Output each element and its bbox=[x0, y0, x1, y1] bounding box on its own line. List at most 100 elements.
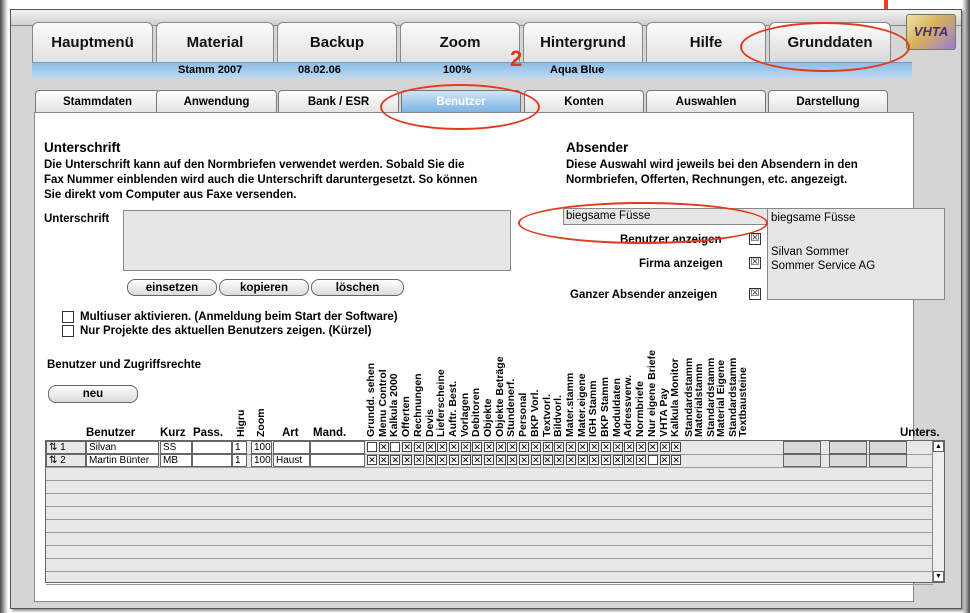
tab-material[interactable]: Material bbox=[156, 22, 274, 62]
subtab-anwendung[interactable]: Anwendung bbox=[156, 90, 277, 113]
right-checkbox[interactable]: ✕ bbox=[589, 455, 600, 465]
user-name[interactable]: Silvan bbox=[86, 441, 159, 454]
right-checkbox[interactable]: ✕ bbox=[425, 455, 436, 465]
right-checkbox[interactable]: ✕ bbox=[460, 442, 471, 452]
right-checkbox[interactable]: ✕ bbox=[425, 442, 436, 452]
right-checkbox[interactable] bbox=[647, 455, 658, 465]
right-checkbox[interactable]: ✕ bbox=[413, 455, 424, 465]
right-checkbox[interactable]: ✕ bbox=[519, 442, 530, 452]
user-password[interactable] bbox=[192, 454, 232, 467]
right-checkbox[interactable]: ✕ bbox=[554, 442, 565, 452]
user-short[interactable]: SS bbox=[160, 441, 192, 454]
right-checkbox[interactable]: ✕ bbox=[671, 455, 682, 465]
right-checkbox[interactable]: ✕ bbox=[577, 442, 588, 452]
copy-button[interactable]: kopieren bbox=[219, 279, 309, 296]
scroll-down-icon[interactable]: ▼ bbox=[933, 571, 944, 582]
right-checkbox[interactable]: ✕ bbox=[378, 455, 389, 465]
right-checkbox[interactable]: ✕ bbox=[437, 455, 448, 465]
right-checkbox[interactable]: ✕ bbox=[472, 455, 483, 465]
right-checkbox[interactable]: ✕ bbox=[612, 455, 623, 465]
user-zoom[interactable]: 100 bbox=[251, 454, 272, 467]
right-checkbox[interactable]: ✕ bbox=[472, 442, 483, 452]
right-checkbox[interactable] bbox=[367, 442, 377, 452]
signature-field[interactable] bbox=[123, 210, 511, 271]
user-password[interactable] bbox=[192, 441, 232, 454]
new-user-button[interactable]: neu bbox=[48, 385, 138, 403]
right-checkbox[interactable] bbox=[390, 442, 401, 452]
right-checkbox[interactable]: ✕ bbox=[554, 455, 565, 465]
right-checkbox[interactable]: ✕ bbox=[542, 442, 553, 452]
right-checkbox[interactable]: ✕ bbox=[484, 455, 494, 465]
multiuser-checkbox[interactable] bbox=[62, 311, 74, 323]
standard-stamm-cell[interactable] bbox=[869, 441, 907, 454]
table-scrollbar[interactable]: ▲ ▼ bbox=[932, 441, 944, 582]
right-checkbox[interactable]: ✕ bbox=[448, 455, 459, 465]
right-checkbox[interactable]: ✕ bbox=[367, 455, 377, 465]
subtab-stammdaten[interactable]: Stammdaten bbox=[35, 90, 160, 113]
right-checkbox[interactable]: ✕ bbox=[519, 455, 530, 465]
user-higru[interactable]: 1 bbox=[232, 441, 247, 454]
user-short[interactable]: MB bbox=[160, 454, 192, 467]
right-checkbox[interactable]: ✕ bbox=[413, 442, 424, 452]
right-checkbox[interactable]: ✕ bbox=[577, 455, 588, 465]
user-name[interactable]: Martin Bünter bbox=[86, 454, 159, 467]
right-checkbox[interactable]: ✕ bbox=[448, 442, 459, 452]
right-checkbox[interactable]: ✕ bbox=[530, 455, 541, 465]
right-checkbox[interactable]: ✕ bbox=[565, 455, 576, 465]
scroll-up-icon[interactable]: ▲ bbox=[933, 441, 944, 452]
tab-hauptmenue[interactable]: Hauptmenü bbox=[32, 22, 153, 62]
right-checkbox[interactable]: ✕ bbox=[530, 442, 541, 452]
right-checkbox[interactable]: ✕ bbox=[659, 442, 670, 452]
right-checkbox[interactable]: ✕ bbox=[495, 442, 506, 452]
projects-only-checkbox[interactable] bbox=[62, 325, 74, 337]
user-art[interactable]: Haust bbox=[273, 454, 310, 467]
table-row[interactable]: ⇅ 2 Martin Bünter MB 1 100 Haust ✕ ✕ ✕ ✕ ✕ ✕ ✕ ✕ ✕ ✕ ✕ ✕ ✕… bbox=[46, 454, 933, 467]
right-checkbox[interactable]: ✕ bbox=[659, 455, 670, 465]
show-user-checkbox[interactable]: ☒ bbox=[749, 233, 761, 245]
tab-hintergrund[interactable]: Hintergrund bbox=[523, 22, 643, 62]
standard-stamm-cell[interactable] bbox=[829, 441, 867, 454]
right-checkbox[interactable]: ✕ bbox=[671, 442, 682, 452]
right-checkbox[interactable]: ✕ bbox=[378, 442, 389, 452]
user-higru[interactable]: 1 bbox=[232, 454, 247, 467]
tab-backup[interactable]: Backup bbox=[277, 22, 397, 62]
right-checkbox[interactable]: ✕ bbox=[437, 442, 448, 452]
right-checkbox[interactable]: ✕ bbox=[484, 442, 494, 452]
subtab-auswahlen[interactable]: Auswahlen bbox=[646, 90, 766, 113]
user-art[interactable] bbox=[273, 441, 310, 454]
subtab-konten[interactable]: Konten bbox=[524, 90, 644, 113]
right-checkbox[interactable]: ✕ bbox=[636, 442, 647, 452]
right-checkbox[interactable]: ✕ bbox=[402, 455, 413, 465]
standard-stamm-cell[interactable] bbox=[869, 454, 907, 467]
right-checkbox[interactable]: ✕ bbox=[601, 442, 611, 452]
right-checkbox[interactable]: ✕ bbox=[624, 442, 635, 452]
user-zoom[interactable]: 100 bbox=[251, 441, 272, 454]
user-mand[interactable] bbox=[310, 454, 365, 467]
user-mand[interactable] bbox=[310, 441, 365, 454]
col-kurz: Kurz bbox=[160, 427, 186, 439]
show-full-sender-checkbox[interactable]: ☒ bbox=[749, 288, 761, 300]
standard-stamm-cell[interactable] bbox=[783, 454, 821, 467]
delete-button[interactable]: löschen bbox=[311, 279, 404, 296]
right-checkbox[interactable]: ✕ bbox=[601, 455, 611, 465]
right-checkbox[interactable]: ✕ bbox=[507, 455, 518, 465]
right-checkbox[interactable]: ✕ bbox=[589, 442, 600, 452]
right-checkbox[interactable]: ✕ bbox=[460, 455, 471, 465]
right-checkbox[interactable]: ✕ bbox=[402, 442, 413, 452]
right-checkbox[interactable]: ✕ bbox=[565, 442, 576, 452]
right-checkbox[interactable]: ✕ bbox=[612, 442, 623, 452]
right-checkbox[interactable]: ✕ bbox=[636, 455, 647, 465]
table-row[interactable]: ⇅ 1 Silvan SS 1 100 ✕ ✕ ✕ ✕ ✕ ✕ ✕ ✕ ✕ ✕ ✕ ✕ ✕ ✕ ✕ ✕ ✕ ✕ ✕ ✕ ✕ ✕ ✕ ✕ ✕ bbox=[46, 441, 933, 454]
right-checkbox[interactable]: ✕ bbox=[542, 455, 553, 465]
subtab-darstellung[interactable]: Darstellung bbox=[768, 90, 888, 113]
right-checkbox[interactable]: ✕ bbox=[624, 455, 635, 465]
right-checkbox[interactable]: ✕ bbox=[647, 442, 658, 452]
right-checkbox[interactable]: ✕ bbox=[390, 455, 401, 465]
standard-stamm-cell[interactable] bbox=[829, 454, 867, 467]
show-company-checkbox[interactable]: ☒ bbox=[749, 257, 761, 269]
tab-zoom[interactable]: Zoom bbox=[400, 22, 520, 62]
insert-button[interactable]: einsetzen bbox=[127, 279, 217, 296]
right-checkbox[interactable]: ✕ bbox=[507, 442, 518, 452]
standard-stamm-cell[interactable] bbox=[783, 441, 821, 454]
right-checkbox[interactable]: ✕ bbox=[495, 455, 506, 465]
